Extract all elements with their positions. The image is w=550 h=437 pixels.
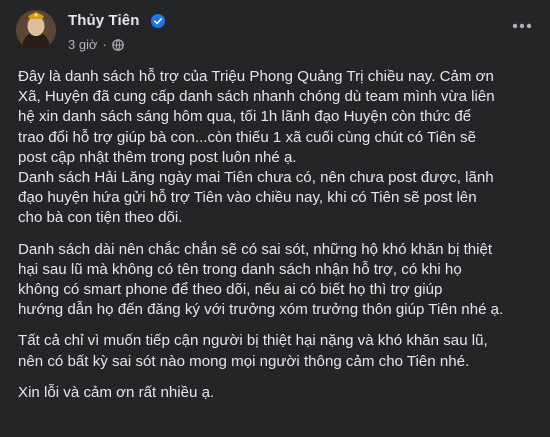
avatar[interactable]	[16, 10, 56, 50]
post-line: hại sau lũ mà không có tên trong danh sá…	[18, 260, 462, 278]
post-line: cho bà con tiện theo dõi.	[18, 209, 183, 227]
post-line: Danh sách dài nên chắc chắn sẽ có sai só…	[18, 240, 493, 258]
verified-badge-icon	[151, 14, 165, 28]
post-line: Xã, Huyện đã cung cấp danh sách nhanh ch…	[18, 88, 495, 106]
post-time[interactable]: 3 giờ	[68, 37, 98, 52]
post-line: Xin lỗi và cảm ơn rất nhiều ạ.	[18, 383, 215, 401]
more-options-icon[interactable]	[508, 16, 536, 36]
post-line: Tất cả chỉ vì muốn tiếp cận người bị thi…	[18, 332, 488, 350]
meta-separator: ·	[102, 37, 107, 52]
globe-icon[interactable]	[112, 38, 124, 51]
post-text: Đây là danh sách hỗ trợ của Triệu Phong …	[18, 67, 540, 403]
post-header: Thủy Tiên 3 giờ ·	[0, 0, 550, 62]
post-line: nên có bất kỳ sai sót nào mong mọi người…	[18, 352, 470, 370]
post-meta: 3 giờ ·	[68, 37, 124, 52]
post-line: đạo huyện hứa gửi hỗ trợ Tiên vào chiều …	[18, 189, 477, 207]
post-line: không có smart phone để theo dõi, nếu ai…	[18, 281, 443, 299]
author-name[interactable]: Thủy Tiên	[68, 12, 139, 29]
post-line: hướng dẫn họ đến đăng ký với trưởng xóm …	[18, 301, 504, 319]
facebook-post: Thủy Tiên 3 giờ · Đây là danh sách hỗ tr…	[0, 0, 550, 437]
post-line: Đây là danh sách hỗ trợ của Triệu Phong …	[18, 68, 494, 85]
post-line: trao đổi hỗ trợ giúp bà con...còn thiếu …	[18, 128, 476, 146]
post-line: Danh sách Hải Lăng ngày mai Tiên chưa có…	[18, 169, 494, 187]
post-line: post cập nhật thêm trong post luôn nhé ạ…	[18, 148, 297, 166]
post-line: hệ xin danh sách sáng hôm qua, tối 1h lã…	[18, 108, 472, 126]
